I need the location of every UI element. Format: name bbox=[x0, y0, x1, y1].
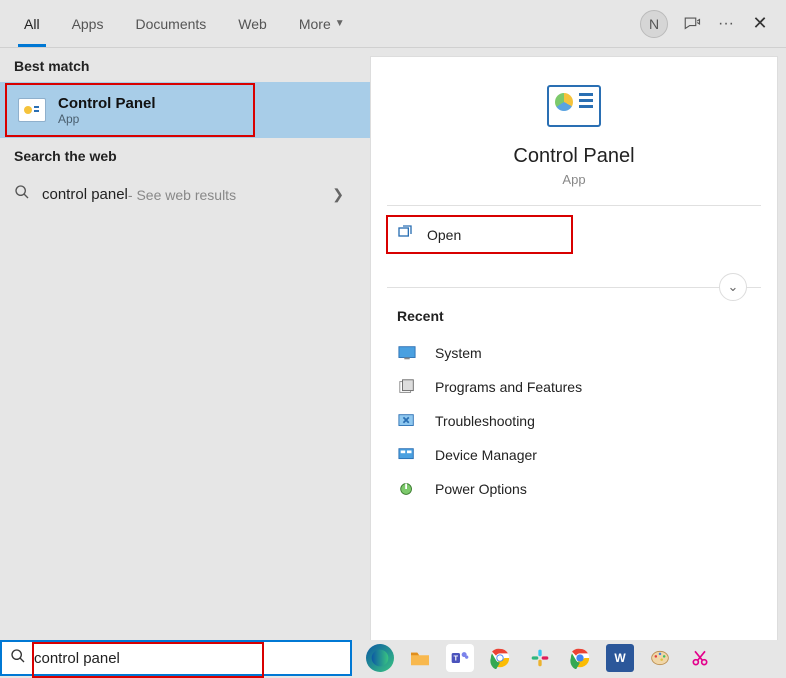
tab-more[interactable]: More ▼ bbox=[283, 0, 361, 47]
paint-icon[interactable] bbox=[646, 644, 674, 672]
tab-apps[interactable]: Apps bbox=[56, 0, 120, 47]
tab-label: Apps bbox=[72, 16, 104, 32]
snipping-tool-icon[interactable] bbox=[686, 644, 714, 672]
best-match-label: Best match bbox=[0, 48, 370, 82]
tab-web[interactable]: Web bbox=[222, 0, 283, 47]
recent-item-system[interactable]: System bbox=[397, 336, 751, 370]
chevron-down-icon: ▼ bbox=[335, 18, 345, 29]
search-input-wrap bbox=[34, 650, 342, 667]
results-panel: Best match Control Panel App Search the … bbox=[0, 48, 370, 640]
svg-text:T: T bbox=[454, 654, 459, 663]
recent-section: Recent System Programs and Features Trou… bbox=[371, 288, 777, 526]
recent-item-power-options[interactable]: Power Options bbox=[397, 472, 751, 506]
web-result-term: control panel bbox=[42, 186, 128, 203]
search-icon bbox=[14, 184, 30, 205]
user-avatar[interactable]: N bbox=[640, 10, 668, 38]
web-result-row[interactable]: control panel - See web results ❯ bbox=[0, 172, 370, 217]
search-icon bbox=[10, 648, 26, 669]
avatar-letter: N bbox=[649, 16, 659, 32]
open-icon bbox=[397, 224, 413, 245]
tab-label: All bbox=[24, 16, 40, 32]
web-result-suffix: - See web results bbox=[128, 187, 236, 203]
power-options-icon bbox=[397, 480, 417, 498]
control-panel-icon bbox=[18, 98, 46, 122]
recent-item-label: System bbox=[435, 345, 482, 361]
preview-panel: Control Panel App Open ⌄ Recent System P… bbox=[370, 56, 778, 640]
open-label: Open bbox=[427, 227, 461, 243]
taskbar-icons: T W bbox=[352, 640, 714, 676]
system-icon bbox=[397, 344, 417, 362]
recent-item-label: Troubleshooting bbox=[435, 413, 535, 429]
tab-label: Web bbox=[238, 16, 267, 32]
icon-bars bbox=[579, 93, 593, 108]
best-match-result[interactable]: Control Panel App bbox=[4, 82, 256, 138]
recent-label: Recent bbox=[397, 308, 751, 324]
word-icon[interactable]: W bbox=[606, 644, 634, 672]
chevron-right-icon: ❯ bbox=[332, 186, 344, 203]
actions-section: Open ⌄ bbox=[371, 206, 777, 287]
teams-icon[interactable]: T bbox=[446, 644, 474, 672]
search-input[interactable] bbox=[34, 650, 342, 667]
feedback-icon[interactable] bbox=[682, 14, 702, 34]
device-manager-icon bbox=[397, 446, 417, 464]
search-web-label: Search the web bbox=[0, 138, 370, 172]
open-action[interactable]: Open bbox=[387, 216, 572, 253]
file-explorer-icon[interactable] bbox=[406, 644, 434, 672]
tab-label: Documents bbox=[135, 16, 206, 32]
tab-label: More bbox=[299, 16, 331, 32]
preview-subtitle: App bbox=[562, 172, 585, 187]
tab-documents[interactable]: Documents bbox=[119, 0, 222, 47]
troubleshooting-icon bbox=[397, 412, 417, 430]
tabs-container: All Apps Documents Web More ▼ bbox=[8, 0, 361, 47]
tab-all[interactable]: All bbox=[8, 0, 56, 47]
chevron-down-icon: ⌄ bbox=[728, 279, 739, 295]
chrome-icon[interactable] bbox=[486, 644, 514, 672]
recent-item-label: Device Manager bbox=[435, 447, 537, 463]
preview-title: Control Panel bbox=[513, 145, 634, 168]
recent-item-device-manager[interactable]: Device Manager bbox=[397, 438, 751, 472]
best-match-row-bg: Control Panel App bbox=[0, 82, 370, 138]
recent-item-troubleshooting[interactable]: Troubleshooting bbox=[397, 404, 751, 438]
result-title: Control Panel bbox=[58, 95, 156, 112]
preview-hero: Control Panel App bbox=[371, 57, 777, 205]
edge-icon[interactable] bbox=[366, 644, 394, 672]
slack-icon[interactable] bbox=[526, 644, 554, 672]
result-subtitle: App bbox=[58, 112, 156, 126]
control-panel-icon-large bbox=[547, 85, 601, 127]
close-icon[interactable]: ✕ bbox=[750, 14, 770, 34]
chrome-icon-2[interactable] bbox=[566, 644, 594, 672]
recent-item-programs[interactable]: Programs and Features bbox=[397, 370, 751, 404]
search-tabs-bar: All Apps Documents Web More ▼ N ··· ✕ bbox=[0, 0, 786, 48]
more-icon[interactable]: ··· bbox=[716, 14, 736, 34]
bottom-bar: T W bbox=[0, 640, 786, 676]
main-split: Best match Control Panel App Search the … bbox=[0, 48, 786, 640]
programs-icon bbox=[397, 378, 417, 396]
topbar-actions: N ··· ✕ bbox=[640, 10, 778, 38]
best-match-text: Control Panel App bbox=[58, 95, 156, 126]
recent-item-label: Power Options bbox=[435, 481, 527, 497]
search-box[interactable] bbox=[0, 640, 352, 676]
expand-button[interactable]: ⌄ bbox=[719, 273, 747, 301]
recent-item-label: Programs and Features bbox=[435, 379, 582, 395]
